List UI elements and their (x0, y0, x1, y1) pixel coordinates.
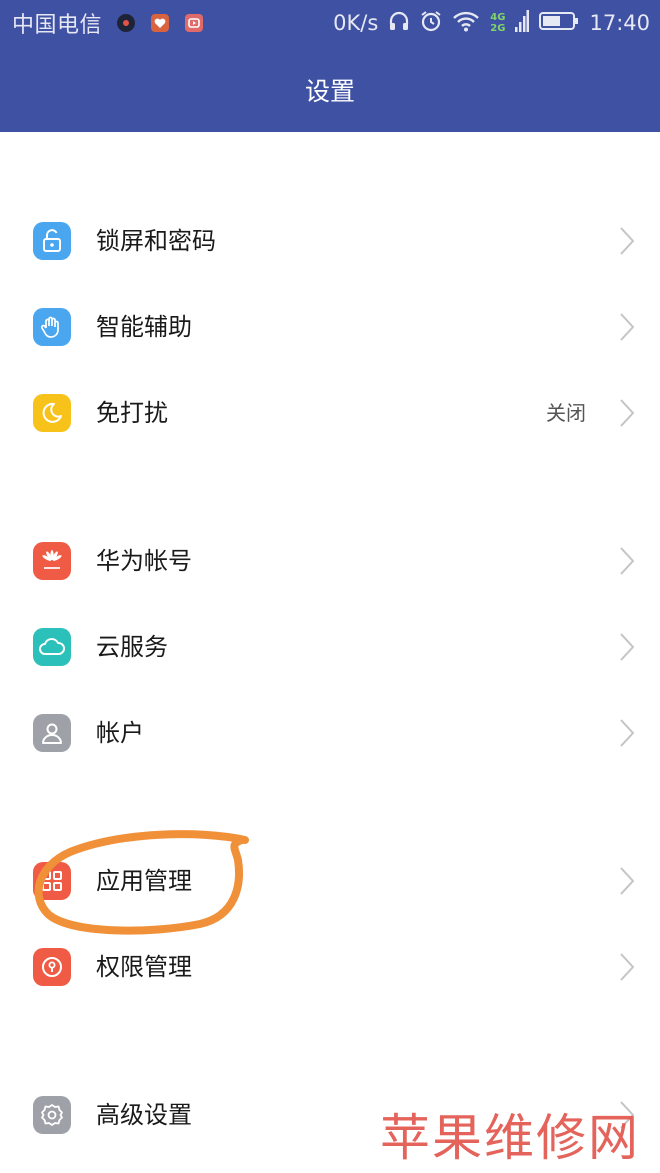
settings-item-label: 锁屏和密码 (96, 227, 216, 255)
settings-item-app-management[interactable]: 应用管理 (0, 838, 660, 924)
settings-item-label: 权限管理 (96, 953, 192, 981)
wifi-icon (452, 10, 480, 37)
settings-item-label: 云服务 (96, 633, 168, 661)
settings-item-smart-assist[interactable]: 智能辅助 (0, 284, 660, 370)
clock-time: 17:40 (589, 11, 650, 35)
alarm-icon (420, 10, 442, 37)
lock-icon (33, 222, 71, 260)
video-app-notification-icon (184, 13, 204, 33)
settings-item-huawei-account[interactable]: 华为帐号 (0, 518, 660, 604)
headphones-icon (388, 10, 410, 37)
huawei-icon (33, 542, 71, 580)
app-header: 中国电信 0K/s 4G 2G 17:40 设置 (0, 0, 660, 132)
network-speed: 0K/s (333, 11, 379, 35)
settings-item-permission-management[interactable]: 权限管理 (0, 924, 660, 1010)
chevron-right-icon (620, 547, 634, 575)
gear-icon (33, 1096, 71, 1134)
watermark: 苹果维修网 (380, 1109, 640, 1167)
chevron-right-icon (620, 633, 634, 661)
settings-item-do-not-disturb[interactable]: 免打扰 关闭 (0, 370, 660, 456)
status-bar: 中国电信 0K/s 4G 2G 17:40 (0, 0, 660, 46)
battery-icon (539, 11, 579, 36)
settings-item-label: 免打扰 (96, 399, 168, 427)
person-icon (33, 714, 71, 752)
keyhole-icon (33, 948, 71, 986)
settings-item-accounts[interactable]: 帐户 (0, 690, 660, 776)
chevron-right-icon (620, 227, 634, 255)
settings-item-lock-screen-password[interactable]: 锁屏和密码 (0, 198, 660, 284)
apps-grid-icon (33, 862, 71, 900)
settings-item-label: 华为帐号 (96, 547, 192, 575)
carrier-name: 中国电信 (12, 13, 103, 38)
heart-app-notification-icon (150, 13, 170, 33)
chevron-right-icon (620, 399, 634, 427)
hand-icon (33, 308, 71, 346)
do-not-disturb-status: 关闭 (546, 401, 586, 425)
settings-item-label: 高级设置 (96, 1101, 192, 1129)
signal-icon (515, 9, 530, 38)
settings-item-cloud-service[interactable]: 云服务 (0, 604, 660, 690)
chevron-right-icon (620, 313, 634, 341)
music-app-notification-icon (116, 13, 136, 33)
chevron-right-icon (620, 953, 634, 981)
network-type: 4G 2G (490, 12, 506, 34)
chevron-right-icon (620, 719, 634, 747)
settings-item-label: 应用管理 (96, 867, 192, 895)
cloud-icon (33, 628, 71, 666)
settings-item-label: 智能辅助 (96, 313, 192, 341)
page-title: 设置 (304, 77, 355, 106)
settings-item-label: 帐户 (96, 719, 144, 747)
moon-icon (33, 394, 71, 432)
chevron-right-icon (620, 867, 634, 895)
